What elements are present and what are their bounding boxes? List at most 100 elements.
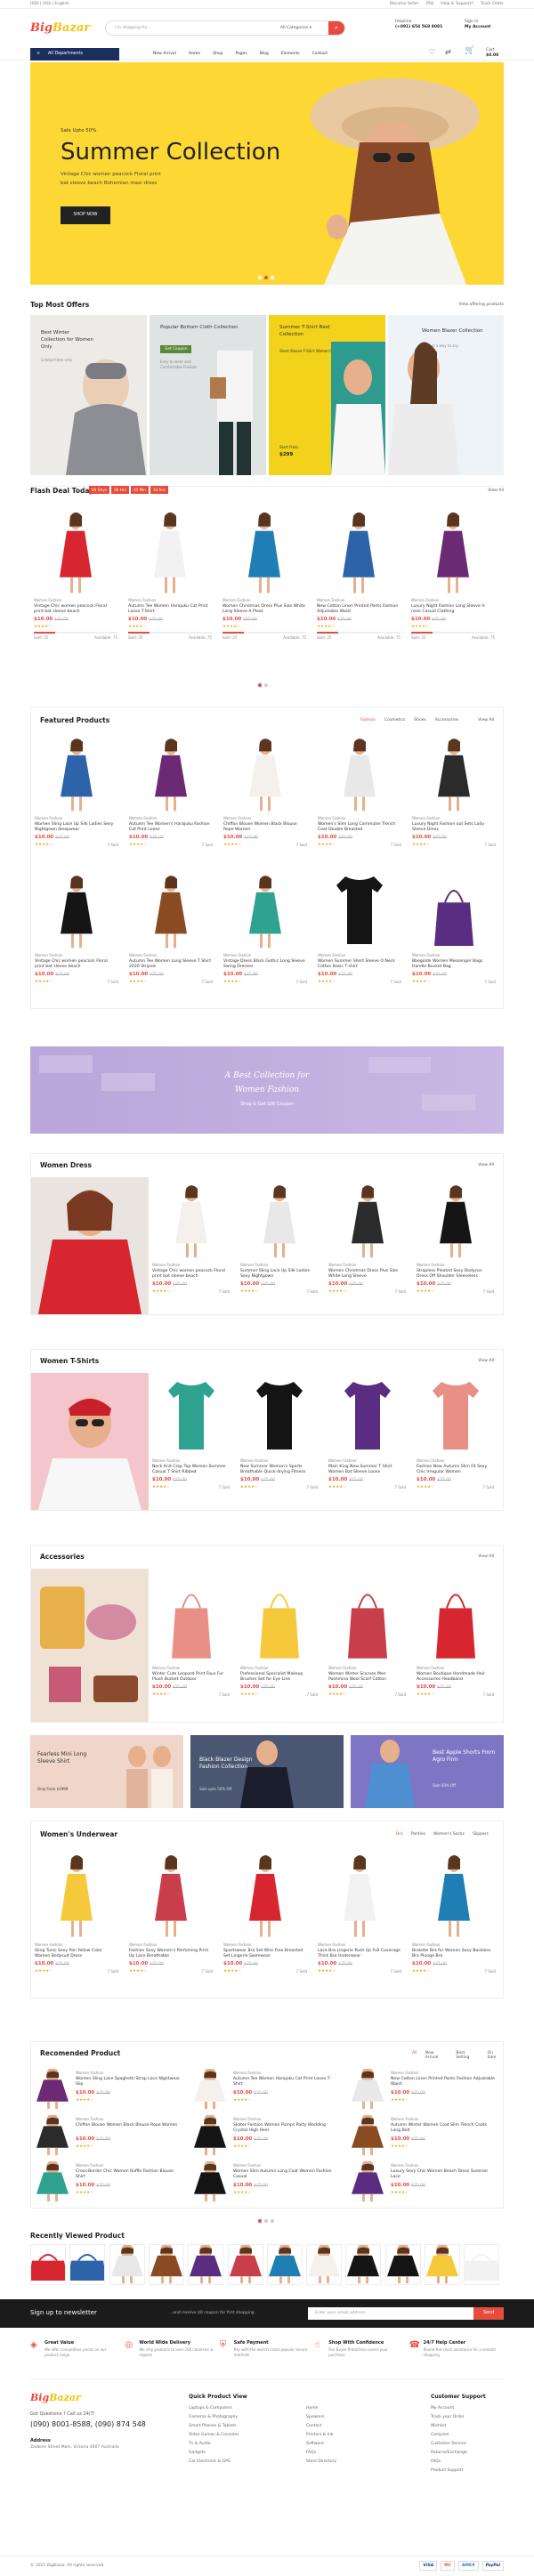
recent-item[interactable]	[384, 2243, 421, 2285]
product-image[interactable]	[329, 1181, 405, 1261]
product-image[interactable]	[241, 1572, 317, 1664]
product-card[interactable]: Women Fashion Neck Knit Crop Top Women Su…	[149, 1373, 233, 1506]
product-card[interactable]: Women Fashion Women Sling Lace Spaghetti …	[35, 2067, 188, 2112]
product-card[interactable]: Women Fashion Professional Specialist Mak…	[237, 1569, 321, 1718]
product-image[interactable]	[350, 2113, 385, 2158]
dress-view-all[interactable]: View All	[478, 1163, 494, 1167]
product-card[interactable]: Women Fashion Fashion New Autumn Slim Fit…	[413, 1373, 498, 1506]
nav-blog[interactable]: Blog	[260, 52, 269, 56]
product-image[interactable]	[130, 734, 212, 814]
product-image[interactable]	[224, 871, 306, 951]
promo-banner[interactable]: A Best Collection for Women Fashion Shop…	[30, 1046, 504, 1134]
quick-link[interactable]: Tv & Audio	[189, 2442, 239, 2451]
product-card[interactable]: Women Fashion Skater Fashion Women Pumps …	[192, 2113, 345, 2158]
product-name[interactable]: Winter Cute Leopard Print Faux Fur Plush…	[152, 1672, 230, 1683]
support-link[interactable]: Customer Service	[431, 2442, 467, 2451]
quick-link[interactable]: Cameras & Photography	[189, 2415, 239, 2424]
shop-now-button[interactable]: SHOP NOW	[61, 206, 110, 224]
product-name[interactable]: Vintage Chic women peacock Floral print …	[34, 604, 117, 615]
support-link[interactable]: FAQs	[431, 2459, 467, 2468]
product-card[interactable]: Women Fashion Women Christmas Dress Plus …	[325, 1177, 409, 1311]
product-image[interactable]	[319, 1850, 400, 1941]
product-image[interactable]	[417, 1181, 493, 1261]
product-image[interactable]	[35, 2160, 70, 2204]
category-select[interactable]: All Categories ▾	[280, 26, 312, 30]
account[interactable]: Sign In My Account	[465, 20, 490, 30]
offer-card[interactable]: Women Blazer Collection Style is a way t…	[388, 315, 504, 475]
accessories-feature-image[interactable]	[31, 1569, 149, 1722]
product-name[interactable]: Autumn Tee Women Harajuku Cat Print Loos…	[128, 604, 212, 615]
offer-card[interactable]: Summer T-Shirt Best Collection Short Sle…	[269, 315, 385, 475]
recent-item[interactable]	[227, 2243, 263, 2285]
quick-link[interactable]: Store Directory	[306, 2459, 336, 2468]
product-name[interactable]: Women Boutique Handmade Hair Accessories…	[417, 1672, 494, 1683]
recent-item[interactable]	[462, 2244, 502, 2285]
product-name[interactable]: Neck Knit Crop Top Women Summer Casual T…	[152, 1465, 230, 1475]
product-card[interactable]: Women Fashion Chiffon Blouse Women Black …	[35, 2113, 188, 2158]
footer-logo[interactable]: BigBazar	[30, 2392, 81, 2403]
product-image[interactable]	[318, 507, 400, 596]
product-name[interactable]: Sportswear Bra Set Wire Free Breasted Se…	[223, 1949, 307, 1959]
product-name[interactable]: Chiffon Blouse Women Black Blouse Rope W…	[223, 822, 307, 833]
product-name[interactable]: Bralette Bra for Women Sexy Backless Bra…	[412, 1949, 496, 1959]
product-image[interactable]	[350, 2160, 385, 2204]
product-name[interactable]: Autumn Tee Women's Harajuku Fashion Cat …	[129, 822, 213, 833]
product-card[interactable]: Women Fashion Autumn Tee Women's Harajuku…	[125, 731, 216, 864]
product-image[interactable]	[319, 734, 400, 814]
product-card[interactable]: Women Fashion Women Winter Scarves Men Pa…	[325, 1569, 409, 1718]
product-image[interactable]	[223, 507, 305, 596]
product-name[interactable]: Women Winter Scarves Men Pashmina Wool S…	[328, 1672, 406, 1683]
recommended-pager[interactable]	[258, 2219, 274, 2223]
product-name[interactable]: Vintage Chic women peacock Floral print …	[35, 959, 118, 970]
product-name[interactable]: Women Slim Autumn Long Coat Women Fashio…	[233, 2169, 340, 2180]
tab-slippers[interactable]: Slippers	[473, 1832, 489, 1837]
product-image[interactable]	[329, 1377, 405, 1457]
accessories-view-all[interactable]: View All	[478, 1554, 494, 1559]
product-card[interactable]: Women Fashion Luxury Night Fashion out Se…	[409, 731, 499, 864]
product-card[interactable]: Women Fashion Autumn Tee Women Harajuku C…	[192, 2067, 345, 2112]
quick-link[interactable]: FAQs	[306, 2451, 336, 2459]
nav-contact[interactable]: Contact	[312, 52, 328, 56]
product-name[interactable]: Vintage Dress Black Gothic Long Sleeve S…	[223, 959, 307, 970]
faq-link[interactable]: FAQ	[425, 2, 433, 6]
product-image[interactable]	[153, 1181, 229, 1261]
nav-shop[interactable]: Shop	[213, 52, 222, 56]
product-name[interactable]: Main King New Summer T Shirt Women Bat S…	[328, 1465, 406, 1475]
product-card[interactable]: Women Fashion Cross-Border Chic Women Ruf…	[35, 2160, 188, 2204]
product-name[interactable]: Women Sling Lace Spaghetti Strap Lace Ni…	[76, 2077, 182, 2087]
product-name[interactable]: Sling Tunic Sexy Pan Yellow Color Women …	[35, 1949, 118, 1959]
product-image[interactable]	[35, 2067, 70, 2112]
product-image[interactable]	[224, 734, 306, 814]
promo-card[interactable]: Black Blazer Design Fashion Collection S…	[190, 1735, 344, 1808]
product-card[interactable]: Women Fashion New Cotton Linen Printed Pa…	[313, 504, 404, 650]
product-name[interactable]: New Cotton Linen Printed Pants Fashion A…	[391, 2077, 498, 2087]
product-image[interactable]	[329, 1572, 405, 1664]
search-button[interactable]: ⌕	[328, 21, 344, 35]
product-card[interactable]: Women Fashion Lace Bra Lingerie Push Up F…	[314, 1846, 405, 1994]
nav-home[interactable]: Home	[189, 52, 200, 56]
offers-view-link[interactable]: View offering products	[458, 303, 504, 307]
product-image[interactable]	[36, 1850, 117, 1941]
product-card[interactable]: Women Fashion Sling Tunic Sexy Pan Yellow…	[31, 1846, 122, 1994]
product-image[interactable]	[130, 1850, 212, 1941]
product-name[interactable]: Autumn Tee Women Long Sleeve T Shirt 202…	[129, 959, 213, 970]
product-image[interactable]	[153, 1572, 229, 1664]
product-name[interactable]: Strapless Pleated Sexy Bodycon Dress Off…	[417, 1269, 494, 1280]
support-link[interactable]: My Account	[431, 2406, 467, 2415]
flash-view-all[interactable]: View All	[488, 489, 504, 493]
tshirt-view-all[interactable]: View All	[478, 1359, 494, 1363]
product-image[interactable]	[153, 1377, 229, 1457]
product-name[interactable]: Autumn Winter Women Coat Slim Trench Coa…	[391, 2123, 498, 2134]
quick-link[interactable]: Printers & Ink	[306, 2433, 336, 2442]
product-image[interactable]	[129, 507, 211, 596]
featured-view-all[interactable]: View All	[478, 718, 494, 723]
tab-fashion[interactable]: Fashion	[360, 718, 376, 723]
promo-card[interactable]: Fearless Mini Long Sleeve Shirt Only Fro…	[30, 1735, 183, 1808]
product-name[interactable]: Luxury Night Fashion out Sets Lady Sleev…	[412, 822, 496, 833]
product-image[interactable]	[412, 507, 494, 596]
product-name[interactable]: Professional Specialist Makeup Brushes S…	[240, 1672, 318, 1683]
product-image[interactable]	[35, 2113, 70, 2158]
locale-selector[interactable]: USD | US$ | English	[30, 2, 69, 6]
nav-new-arrival[interactable]: New Arrival	[153, 52, 176, 56]
product-name[interactable]: Lace Bra Lingerie Push Up Full Coverage …	[318, 1949, 401, 1959]
